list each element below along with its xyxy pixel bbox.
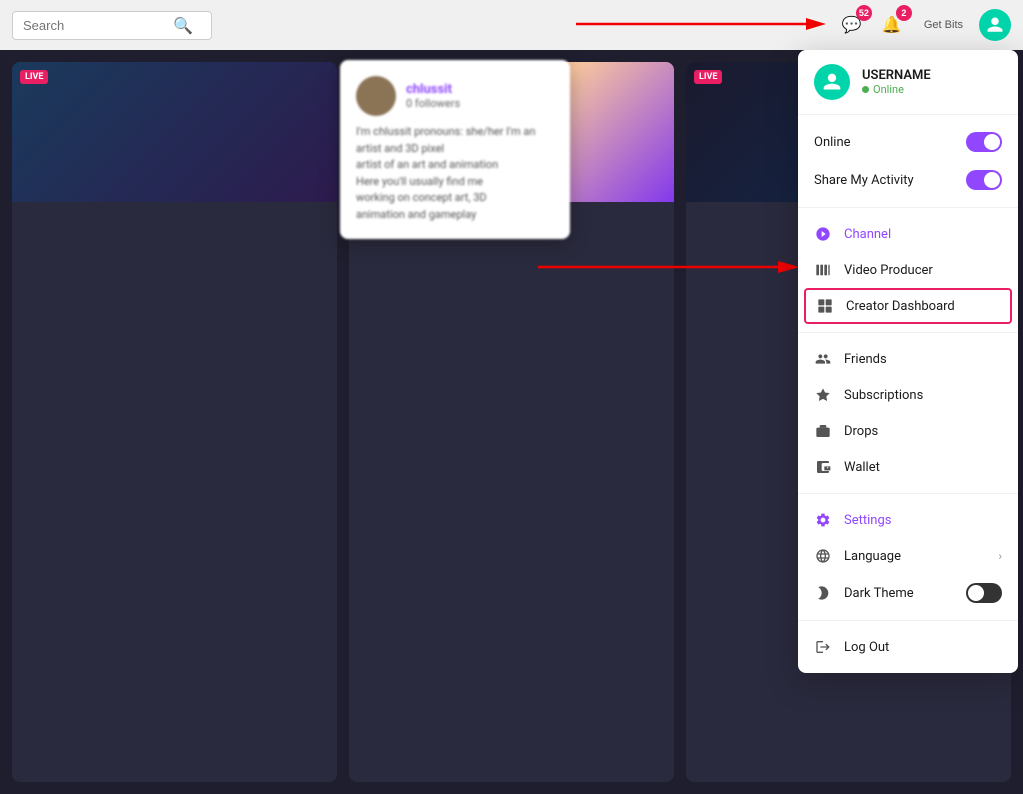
live-badge-3: LIVE bbox=[694, 70, 722, 84]
creator-dashboard-icon bbox=[816, 297, 834, 315]
drops-label: Drops bbox=[844, 424, 1002, 439]
dropdown-menu: USERNAME Online Online Share My Activity bbox=[798, 50, 1018, 673]
menu-section-creator: Channel Video Producer Creator Dashboard bbox=[798, 208, 1018, 333]
dark-theme-label: Dark Theme bbox=[844, 586, 954, 601]
logout-label: Log Out bbox=[844, 640, 1002, 655]
menu-item-drops[interactable]: Drops bbox=[798, 413, 1018, 449]
video-producer-icon bbox=[814, 261, 832, 279]
menu-item-online[interactable]: Online bbox=[798, 123, 1018, 161]
profile-avatar-bg bbox=[356, 76, 396, 116]
stream-card-1: LIVE bbox=[12, 62, 337, 782]
search-input[interactable] bbox=[23, 18, 173, 33]
channel-icon bbox=[814, 225, 832, 243]
subscriptions-icon bbox=[814, 386, 832, 404]
settings-label: Settings bbox=[844, 513, 1002, 528]
video-producer-label: Video Producer bbox=[844, 263, 1002, 278]
menu-item-wallet[interactable]: Wallet bbox=[798, 449, 1018, 485]
card-thumbnail-1: LIVE bbox=[12, 62, 337, 202]
menu-item-logout[interactable]: Log Out bbox=[798, 629, 1018, 665]
subscriptions-label: Subscriptions bbox=[844, 388, 1002, 403]
wallet-label: Wallet bbox=[844, 460, 1002, 475]
messages-button[interactable]: 💬 52 bbox=[836, 9, 868, 41]
status-dot bbox=[862, 86, 869, 93]
language-icon bbox=[814, 547, 832, 565]
dark-theme-toggle-knob bbox=[968, 585, 984, 601]
share-activity-toggle-knob bbox=[984, 172, 1000, 188]
menu-section-logout: Log Out bbox=[798, 621, 1018, 673]
wallet-icon bbox=[814, 458, 832, 476]
menu-section-settings: Settings Language › Dark Theme bbox=[798, 494, 1018, 621]
share-activity-label: Share My Activity bbox=[814, 173, 954, 188]
menu-user-icon bbox=[822, 72, 842, 92]
dark-theme-icon bbox=[814, 584, 832, 602]
messages-badge: 52 bbox=[856, 5, 872, 21]
menu-section-social: Friends Subscriptions Drops Wallet bbox=[798, 333, 1018, 494]
notifications-button[interactable]: 🔔 2 bbox=[876, 9, 908, 41]
profile-name-bg: chlussit bbox=[406, 82, 460, 97]
menu-item-channel[interactable]: Channel bbox=[798, 216, 1018, 252]
topbar-right: 💬 52 🔔 2 Get Bits bbox=[836, 9, 1011, 41]
live-badge-1: LIVE bbox=[20, 70, 48, 84]
share-activity-toggle[interactable] bbox=[966, 170, 1002, 190]
profile-handle-bg: 0 followers bbox=[406, 97, 460, 110]
menu-item-language[interactable]: Language › bbox=[798, 538, 1018, 574]
logout-icon bbox=[814, 638, 832, 656]
friends-icon bbox=[814, 350, 832, 368]
search-icon: 🔍 bbox=[173, 16, 193, 35]
profile-bio-bg: I'm chlussit pronouns: she/her I'm an ar… bbox=[356, 124, 554, 223]
menu-item-subscriptions[interactable]: Subscriptions bbox=[798, 377, 1018, 413]
profile-popup-bg: chlussit 0 followers I'm chlussit pronou… bbox=[340, 60, 570, 239]
user-icon bbox=[986, 16, 1004, 34]
language-label: Language bbox=[844, 549, 986, 564]
menu-item-creator-dashboard[interactable]: Creator Dashboard bbox=[804, 288, 1012, 324]
menu-username: USERNAME bbox=[862, 68, 931, 83]
menu-item-dark-theme[interactable]: Dark Theme bbox=[798, 574, 1018, 612]
user-avatar-button[interactable] bbox=[979, 9, 1011, 41]
channel-label: Channel bbox=[844, 227, 1002, 242]
menu-item-share-activity[interactable]: Share My Activity bbox=[798, 161, 1018, 199]
menu-avatar bbox=[814, 64, 850, 100]
online-toggle-knob bbox=[984, 134, 1000, 150]
menu-section-toggles: Online Share My Activity bbox=[798, 115, 1018, 208]
arrow-horizontal bbox=[576, 12, 836, 36]
get-bits-button[interactable]: Get Bits bbox=[916, 9, 971, 41]
topbar: 🔍 💬 52 🔔 2 Get Bits bbox=[0, 0, 1023, 50]
menu-status-label: Online bbox=[873, 83, 904, 96]
online-toggle[interactable] bbox=[966, 132, 1002, 152]
search-bar[interactable]: 🔍 bbox=[12, 11, 212, 40]
dark-theme-toggle[interactable] bbox=[966, 583, 1002, 603]
menu-item-settings[interactable]: Settings bbox=[798, 502, 1018, 538]
friends-label: Friends bbox=[844, 352, 1002, 367]
menu-item-video-producer[interactable]: Video Producer bbox=[798, 252, 1018, 288]
menu-status: Online bbox=[862, 83, 931, 96]
menu-user-info: USERNAME Online bbox=[862, 68, 931, 96]
settings-icon bbox=[814, 511, 832, 529]
menu-header: USERNAME Online bbox=[798, 50, 1018, 115]
notifications-badge: 2 bbox=[896, 5, 912, 21]
menu-item-friends[interactable]: Friends bbox=[798, 341, 1018, 377]
language-chevron: › bbox=[998, 549, 1002, 563]
online-label: Online bbox=[814, 135, 954, 150]
drops-icon bbox=[814, 422, 832, 440]
creator-dashboard-label: Creator Dashboard bbox=[846, 299, 1000, 314]
